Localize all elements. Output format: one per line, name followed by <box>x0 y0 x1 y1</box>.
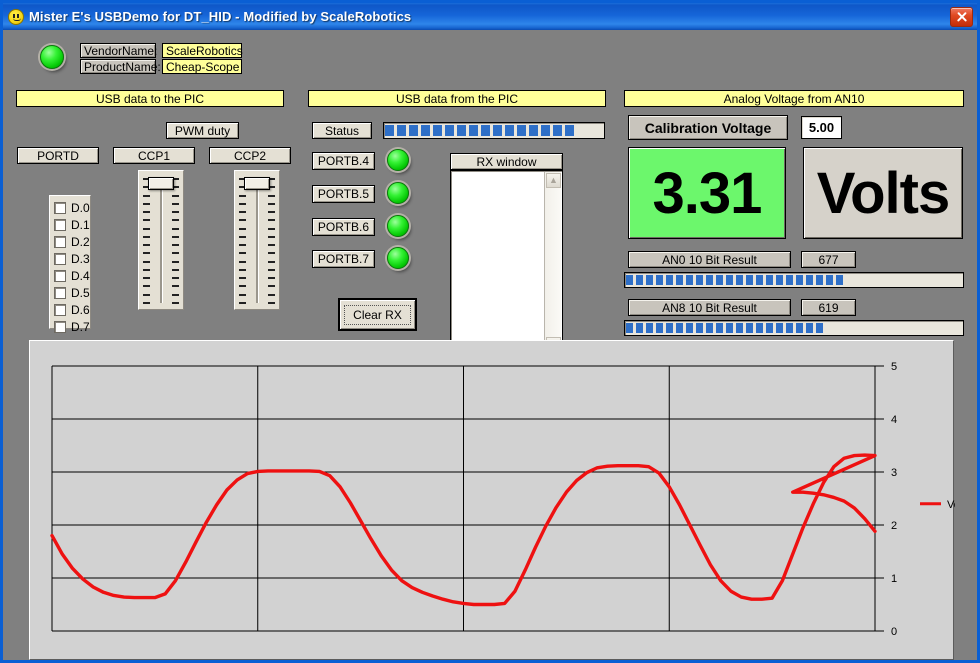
clear-rx-button[interactable]: Clear RX <box>338 298 417 331</box>
portd-checkbox-row[interactable]: D.1 <box>54 217 90 233</box>
usb-to-pic-header: USB data to the PIC <box>16 90 284 107</box>
ccp1-slider[interactable] <box>138 170 184 310</box>
portd-checkbox-row[interactable]: D.4 <box>54 268 90 284</box>
svg-text:4: 4 <box>891 414 897 426</box>
analog-voltage-header: Analog Voltage from AN10 <box>624 90 964 107</box>
an0-result-value: 677 <box>801 251 856 268</box>
voltage-chart-svg: 0 1 2 3 4 5 Volts <box>30 341 955 661</box>
product-name-value: Cheap-Scope <box>162 59 242 74</box>
svg-text:Volts: Volts <box>947 499 955 511</box>
portd-checkbox-row[interactable]: D.5 <box>54 285 90 301</box>
portb4-led <box>387 149 409 171</box>
portb6-label: PORTB.6 <box>312 218 375 236</box>
an0-progress-bar <box>624 272 964 288</box>
ccp1-slider-thumb[interactable] <box>148 177 174 190</box>
usb-from-pic-header: USB data from the PIC <box>308 90 606 107</box>
portd-checkbox-row[interactable]: D.3 <box>54 251 90 267</box>
portd-checkbox-panel: D.0 D.1 D.2 D.3 D.4 <box>49 195 91 329</box>
window-title: Mister E's USBDemo for DT_HID - Modified… <box>29 9 411 24</box>
checkbox-d6[interactable] <box>54 304 66 316</box>
an8-progress-bar <box>624 320 964 336</box>
svg-text:5: 5 <box>891 361 897 373</box>
svg-text:1: 1 <box>891 573 897 585</box>
status-label: Status <box>312 122 372 139</box>
portb7-label: PORTB.7 <box>312 250 375 268</box>
checkbox-d4[interactable] <box>54 270 66 282</box>
pwm-duty-label: PWM duty <box>166 122 239 139</box>
svg-text:0: 0 <box>891 626 897 638</box>
portb5-led <box>387 182 409 204</box>
checkbox-d1-label: D.1 <box>71 218 90 232</box>
portd-title: PORTD <box>17 147 99 164</box>
portd-checkbox-row[interactable]: D.7 <box>54 319 90 335</box>
rx-window-scrollbar[interactable]: ▲ ▼ <box>544 172 561 353</box>
checkbox-d4-label: D.4 <box>71 269 90 283</box>
an0-result-label: AN0 10 Bit Result <box>628 251 791 268</box>
portb6-led <box>387 215 409 237</box>
rx-window-title: RX window <box>450 153 563 170</box>
an8-result-value: 619 <box>801 299 856 316</box>
checkbox-d7-label: D.7 <box>71 320 90 334</box>
checkbox-d3[interactable] <box>54 253 66 265</box>
svg-text:3: 3 <box>891 467 897 479</box>
product-name-label: ProductName: <box>80 59 156 74</box>
calibration-voltage-input[interactable]: 5.00 <box>801 116 842 139</box>
device-connection-led <box>40 45 64 69</box>
rx-window-textarea[interactable]: ▲ ▼ <box>450 170 563 355</box>
voltage-chart: 0 1 2 3 4 5 Volts <box>29 340 954 660</box>
portd-checkbox-row[interactable]: D.0 <box>54 200 90 216</box>
voltage-unit-label: Volts <box>803 147 963 239</box>
checkbox-d5[interactable] <box>54 287 66 299</box>
portb7-led <box>387 247 409 269</box>
smiley-face-icon <box>8 9 24 25</box>
checkbox-d0[interactable] <box>54 202 66 214</box>
checkbox-d0-label: D.0 <box>71 201 90 215</box>
checkbox-d5-label: D.5 <box>71 286 90 300</box>
portd-checkbox-row[interactable]: D.6 <box>54 302 90 318</box>
checkbox-d7[interactable] <box>54 321 66 333</box>
client-area: VendorName: ScaleRobotics ProductName: C… <box>3 30 977 660</box>
status-progress-bar <box>383 122 605 139</box>
window-frame: Mister E's USBDemo for DT_HID - Modified… <box>0 0 980 663</box>
clear-rx-button-label: Clear RX <box>344 305 411 325</box>
portb5-label: PORTB.5 <box>312 185 375 203</box>
calibration-voltage-label: Calibration Voltage <box>628 115 788 140</box>
checkbox-d3-label: D.3 <box>71 252 90 266</box>
voltage-readout: 3.31 <box>628 147 786 239</box>
checkbox-d6-label: D.6 <box>71 303 90 317</box>
checkbox-d2-label: D.2 <box>71 235 90 249</box>
checkbox-d2[interactable] <box>54 236 66 248</box>
an8-result-label: AN8 10 Bit Result <box>628 299 791 316</box>
ccp2-title: CCP2 <box>209 147 291 164</box>
title-bar: Mister E's USBDemo for DT_HID - Modified… <box>3 3 977 30</box>
checkbox-d1[interactable] <box>54 219 66 231</box>
close-button[interactable] <box>950 7 973 27</box>
application-window: Mister E's USBDemo for DT_HID - Modified… <box>0 0 980 663</box>
ccp2-slider-thumb[interactable] <box>244 177 270 190</box>
vendor-name-label: VendorName: <box>80 43 156 58</box>
svg-text:2: 2 <box>891 520 897 532</box>
ccp1-title: CCP1 <box>113 147 195 164</box>
portb4-label: PORTB.4 <box>312 152 375 170</box>
ccp2-slider[interactable] <box>234 170 280 310</box>
vendor-name-value: ScaleRobotics <box>162 43 242 58</box>
portd-checkbox-row[interactable]: D.2 <box>54 234 90 250</box>
scroll-up-icon[interactable]: ▲ <box>546 173 561 188</box>
